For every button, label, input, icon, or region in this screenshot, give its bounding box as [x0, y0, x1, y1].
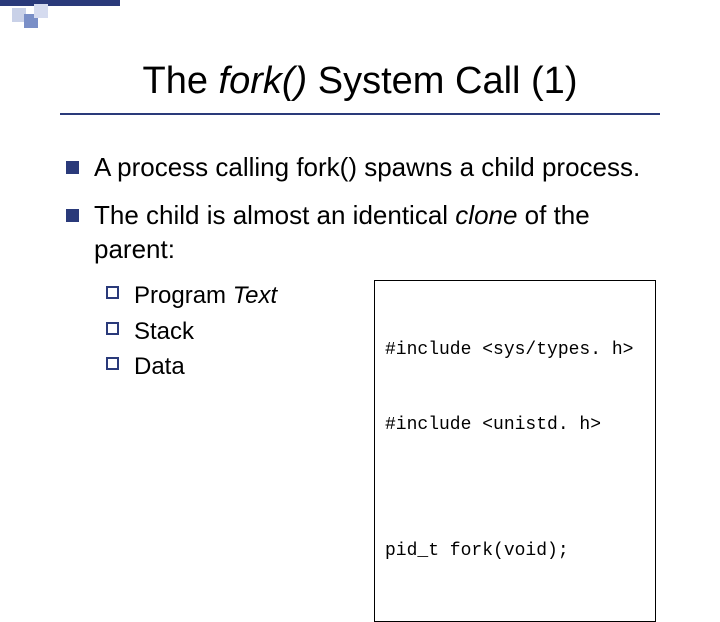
bullet-text-italic: clone [455, 200, 517, 230]
title-func: fork() [219, 60, 308, 102]
bullet-text: A process calling fork() spawns a child … [94, 152, 640, 182]
title-pre: The [143, 60, 219, 102]
square-bullet-icon [66, 209, 79, 222]
square-bullet-icon [66, 161, 79, 174]
sub-bullet-item: Data [104, 351, 364, 382]
slide: The fork() System Call (1) A process cal… [0, 0, 720, 540]
code-line: #include <unistd. h> [385, 413, 645, 438]
sub-bullet-item: Stack [104, 316, 364, 347]
bullet-text-pre: The child is almost an identical [94, 200, 455, 230]
code-snippet: #include <sys/types. h> #include <unistd… [374, 280, 656, 621]
sub-bullet-item: Program Text [104, 280, 364, 311]
bullet-item: A process calling fork() spawns a child … [60, 151, 660, 185]
slide-body: A process calling fork() spawns a child … [60, 151, 660, 622]
sub-row: Program Text Stack Data #include <sys/ty… [60, 280, 660, 621]
hollow-square-bullet-icon [106, 286, 119, 299]
sub-bullet-label: Program [134, 282, 226, 309]
hollow-square-bullet-icon [106, 357, 119, 370]
title-underline [60, 113, 660, 115]
title-post: System Call (1) [307, 60, 577, 102]
bullet-item: The child is almost an identical clone o… [60, 199, 660, 267]
slide-title: The fork() System Call (1) [60, 60, 660, 103]
code-line: #include <sys/types. h> [385, 338, 645, 363]
sub-list: Program Text Stack Data [104, 280, 364, 386]
hollow-square-bullet-icon [106, 322, 119, 335]
code-line: pid_t fork(void); [385, 539, 645, 564]
sub-bullet-italic: Text [226, 282, 277, 309]
sub-bullet-label: Data [134, 353, 185, 380]
sub-bullet-label: Stack [134, 318, 194, 345]
